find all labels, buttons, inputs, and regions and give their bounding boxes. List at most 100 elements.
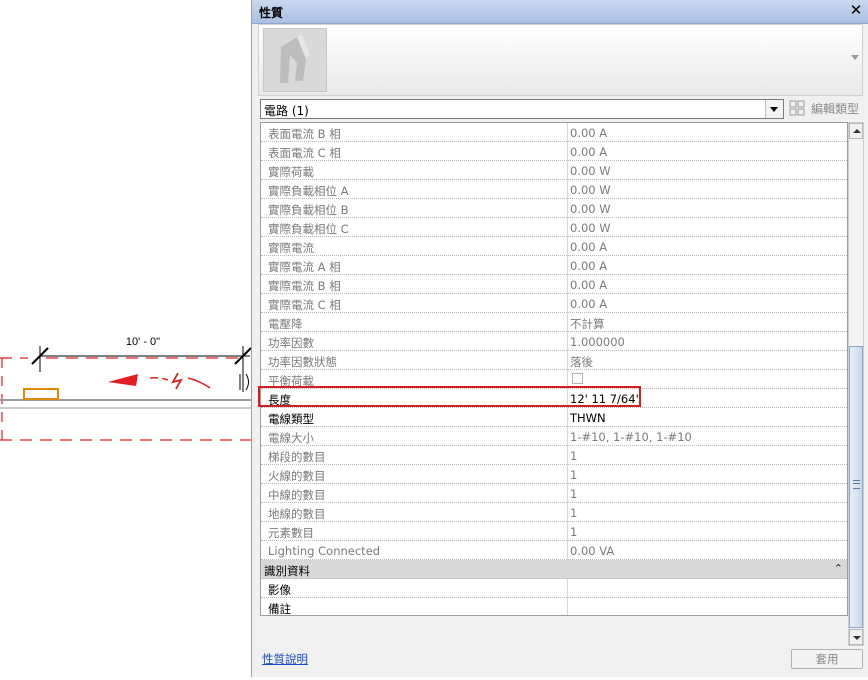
property-checkbox[interactable] xyxy=(572,373,583,384)
panel-title: 性質 xyxy=(259,6,284,20)
property-name: 長度 xyxy=(268,393,291,407)
property-row[interactable]: 電線大小 1-#10, 1-#10, 1-#10 xyxy=(261,427,847,446)
property-name: 火線的數目 xyxy=(268,469,326,483)
property-row[interactable]: 功率因數 1.000000 xyxy=(261,332,847,351)
type-selector[interactable]: 電路 (1) xyxy=(260,99,784,119)
property-row[interactable]: 平衡荷載 xyxy=(261,370,847,389)
property-name: 梯段的數目 xyxy=(268,450,326,464)
property-value: 1 xyxy=(570,487,578,501)
property-row[interactable]: 實際電流 0.00 A xyxy=(261,237,847,256)
property-value: 0.00 W xyxy=(570,164,611,178)
property-value: 1 xyxy=(570,525,578,539)
edit-type-button[interactable]: 編輯類型 xyxy=(789,99,864,117)
property-row[interactable]: 實際荷載 0.00 W xyxy=(261,161,847,180)
property-name: 實際電流 B 相 xyxy=(268,279,341,293)
lightning-icon xyxy=(171,372,183,390)
property-value: 不計算 xyxy=(570,317,605,331)
properties-scrollbar[interactable] xyxy=(848,122,864,646)
drawing-canvas[interactable]: 10' - 0" xyxy=(0,0,252,677)
property-row[interactable]: 表面電流 B 相 0.00 A xyxy=(261,123,847,142)
property-name: 表面電流 C 相 xyxy=(268,146,341,160)
property-row[interactable]: Lighting Connected 0.00 VA xyxy=(261,541,847,560)
property-name: 備註 xyxy=(268,602,291,616)
property-row[interactable]: 實際電流 C 相 0.00 A xyxy=(261,294,847,313)
property-value: 1-#10, 1-#10, 1-#10 xyxy=(570,430,692,444)
properties-help-link[interactable]: 性質說明 xyxy=(262,651,308,667)
property-name: 元素數目 xyxy=(268,526,314,540)
property-row[interactable]: 中線的數目 1 xyxy=(261,484,847,503)
property-row[interactable]: 地線的數目 1 xyxy=(261,503,847,522)
property-row[interactable]: 備註 xyxy=(261,598,847,616)
property-value: 0.00 A xyxy=(570,297,608,311)
property-value: 1 xyxy=(570,468,578,482)
property-row[interactable]: 實際負載相位 C 0.00 W xyxy=(261,218,847,237)
property-name: 實際電流 C 相 xyxy=(268,298,341,312)
property-row[interactable]: 功率因數狀態 落後 xyxy=(261,351,847,370)
property-name: 實際負載相位 B xyxy=(268,203,349,217)
property-value: 0.00 W xyxy=(570,202,611,216)
property-name: 功率因數 xyxy=(268,336,314,350)
property-value: 1 xyxy=(570,506,578,520)
scroll-down-button[interactable] xyxy=(849,629,863,645)
property-name: 電線類型 xyxy=(268,412,314,426)
property-row[interactable]: 長度 12' 11 7/64" xyxy=(261,389,847,408)
chevron-down-icon[interactable] xyxy=(765,100,783,118)
property-value: 0.00 A xyxy=(570,259,608,273)
type-preview xyxy=(258,24,863,96)
dimension-label: 10' - 0" xyxy=(126,336,160,348)
light-fixture[interactable] xyxy=(23,388,59,400)
property-name: 實際電流 xyxy=(268,241,314,255)
properties-grid: 表面電流 B 相 0.00 A 表面電流 C 相 0.00 A 實際荷載 0.00 W 實際… xyxy=(260,122,848,616)
property-value: 0.00 VA xyxy=(570,544,615,558)
type-selector-value: 電路 (1) xyxy=(264,104,309,118)
property-value: 0.00 A xyxy=(570,278,608,292)
property-name: Lighting Connected xyxy=(268,544,381,558)
property-row[interactable]: 火線的數目 1 xyxy=(261,465,847,484)
property-name: 表面電流 B 相 xyxy=(268,127,341,141)
home-run-arrow-icon xyxy=(108,374,138,386)
property-name: 實際荷載 xyxy=(268,165,314,179)
section-title: 識別資料 xyxy=(264,564,310,578)
scroll-thumb[interactable] xyxy=(849,346,863,628)
property-row[interactable]: 電線類型 THWN xyxy=(261,408,847,427)
property-name: 功率因數狀態 xyxy=(268,355,337,369)
panel-titlebar[interactable]: 性質 ✕ xyxy=(252,0,868,24)
property-value: 0.00 A xyxy=(570,240,608,254)
property-row[interactable]: 元素數目 1 xyxy=(261,522,847,541)
properties-panel: 性質 ✕ 電路 (1) 編輯類型 表面電流 B 相 0.00 A 表面電流 C 相 0… xyxy=(251,0,868,677)
property-row[interactable]: 表面電流 C 相 0.00 A xyxy=(261,142,847,161)
property-value[interactable]: THWN xyxy=(570,411,606,425)
edit-type-icon xyxy=(789,100,805,116)
property-name: 實際負載相位 C xyxy=(268,222,349,236)
property-name: 實際負載相位 A xyxy=(268,184,349,198)
preview-dropdown-arrow-icon[interactable] xyxy=(851,55,859,60)
close-button[interactable]: ✕ xyxy=(848,2,864,19)
property-row[interactable]: 實際電流 A 相 0.00 A xyxy=(261,256,847,275)
apply-button[interactable]: 套用 xyxy=(791,649,863,669)
property-name: 地線的數目 xyxy=(268,507,326,521)
property-row[interactable]: 實際負載相位 A 0.00 W xyxy=(261,180,847,199)
property-value: 0.00 W xyxy=(570,183,611,197)
property-name: 實際電流 A 相 xyxy=(268,260,341,274)
type-thumbnail xyxy=(263,28,327,92)
family-icon xyxy=(280,35,310,83)
property-name: 電線大小 xyxy=(268,431,314,445)
collapse-icon[interactable]: ⌃ xyxy=(834,562,843,575)
property-name: 影像 xyxy=(268,583,291,597)
property-row[interactable]: 電壓降 不計算 xyxy=(261,313,847,332)
property-row[interactable]: 影像 xyxy=(261,579,847,598)
section-header-identity[interactable]: 識別資料 ⌃ xyxy=(261,560,847,579)
property-value: 落後 xyxy=(570,355,593,369)
property-row[interactable]: 實際電流 B 相 0.00 A xyxy=(261,275,847,294)
circuit-drawing[interactable]: 10' - 0" xyxy=(0,0,252,677)
property-value: 1 xyxy=(570,449,578,463)
property-name: 平衡荷載 xyxy=(268,374,314,388)
property-value: 0.00 W xyxy=(570,221,611,235)
scroll-up-button[interactable] xyxy=(849,123,863,139)
property-value[interactable]: 12' 11 7/64" xyxy=(570,392,641,406)
property-row[interactable]: 梯段的數目 1 xyxy=(261,446,847,465)
close-icon: ✕ xyxy=(849,1,863,19)
property-value: 0.00 A xyxy=(570,145,608,159)
property-value: 0.00 A xyxy=(570,126,608,140)
property-row[interactable]: 實際負載相位 B 0.00 W xyxy=(261,199,847,218)
